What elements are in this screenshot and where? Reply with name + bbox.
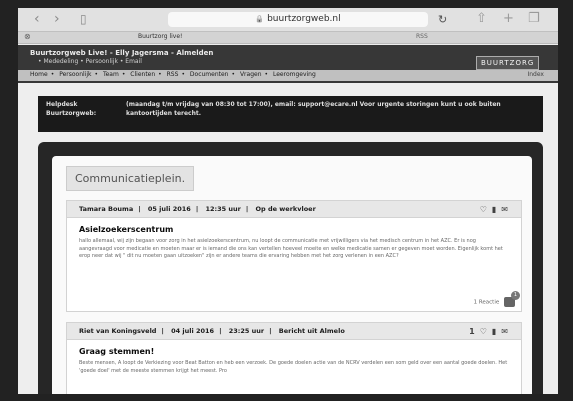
nav-item-team[interactable]: Team <box>103 71 119 78</box>
post-header: Riet van Koningsveld | 04 juli 2016 | 23:2… <box>67 323 521 340</box>
bookmark-icon[interactable]: ▮ <box>492 205 501 214</box>
post-title[interactable]: Asielzoekerscentrum <box>67 218 521 238</box>
helpdesk-banner: Helpdesk Buurtzorgweb: (maandag t/m vrij… <box>38 96 543 132</box>
like-count: 1 <box>469 327 480 336</box>
nav-item-documenten[interactable]: Documenten <box>190 71 229 78</box>
reply-button[interactable]: 1 <box>504 291 520 307</box>
page-title: Communicatieplein. <box>66 166 195 191</box>
post-header: Tamara Bouma | 05 juli 2016 | 12:35 uur | O… <box>67 201 521 218</box>
nav-item-leeromgeving[interactable]: Leeromgeving <box>273 71 316 78</box>
mail-icon[interactable]: ✉ <box>501 327 513 336</box>
main-content: Communicatieplein. Tamara Bouma | 05 juli… <box>52 156 532 394</box>
post-date: 05 juli 2016 <box>147 205 191 213</box>
forward-icon[interactable]: › <box>54 12 60 26</box>
reactions-count-badge: 1 <box>511 291 520 300</box>
nav-item-vragen[interactable]: Vragen <box>240 71 262 78</box>
mail-icon[interactable]: ✉ <box>501 205 513 214</box>
url-text: buurtzorgweb.nl <box>267 14 341 24</box>
tab-title[interactable]: Buurtzorg live! <box>138 33 182 40</box>
post-time: 23:25 uur <box>228 327 265 335</box>
nav-index-link[interactable]: Index <box>527 71 544 78</box>
post-card: Riet van Koningsveld | 04 juli 2016 | 23:2… <box>66 322 522 394</box>
nav-item-home[interactable]: Home <box>30 71 48 78</box>
address-bar[interactable]: 🔒 buurtzorgweb.nl <box>168 12 428 27</box>
nav-item-clienten[interactable]: Clienten <box>130 71 155 78</box>
main-navigation: Home • Persoonlijk • Team • Clienten • RSS • … <box>18 70 558 81</box>
share-icon[interactable]: ⇧ <box>476 11 487 26</box>
post-body: Beste mensen, A loopt de Verkiezing voor… <box>79 360 508 374</box>
post-author[interactable]: Riet van Koningsveld <box>79 327 156 335</box>
browser-toolbar: ‹ › ▯ 🔒 buurtzorgweb.nl ↻ ⇧ + ❐ <box>18 8 558 32</box>
heart-icon[interactable]: ♡ <box>480 327 492 336</box>
post-time: 12:35 uur <box>205 205 241 213</box>
nav-item-rss[interactable]: RSS <box>167 71 179 78</box>
tabs-overview-icon[interactable]: ❐ <box>528 11 540 26</box>
post-title[interactable]: Graag stemmen! <box>67 340 521 360</box>
back-icon[interactable]: ‹ <box>34 12 40 26</box>
header-links[interactable]: • Mededeling • Persoonlijk • Email <box>38 58 142 65</box>
post-footer: 1 Reactie 1 <box>474 291 520 307</box>
nav-item-persoonlijk[interactable]: Persoonlijk <box>59 71 91 78</box>
tab-strip: ⊗ Buurtzorg live! RSS <box>18 32 558 44</box>
post-category[interactable]: Op de werkvloer <box>256 205 316 213</box>
bookmarks-icon[interactable]: ▯ <box>80 12 87 26</box>
heart-icon[interactable]: ♡ <box>480 205 492 214</box>
buurtzorg-logo: BUURTZORG <box>476 56 540 70</box>
post-card: Tamara Bouma | 05 juli 2016 | 12:35 uur | O… <box>66 200 522 312</box>
helpdesk-label: Helpdesk Buurtzorgweb: <box>46 101 97 117</box>
tab-right-label[interactable]: RSS <box>416 33 428 40</box>
post-body: hallo allemaal, wij zijn begaan voor zor… <box>79 238 503 259</box>
new-tab-icon[interactable]: + <box>503 11 514 26</box>
reactions-label[interactable]: 1 Reactie <box>474 300 500 306</box>
reload-icon[interactable]: ↻ <box>438 13 447 26</box>
device-frame: ‹ › ▯ 🔒 buurtzorgweb.nl ↻ ⇧ + ❐ ⊗ Buurtzo… <box>0 0 573 401</box>
site-title: Buurtzorgweb Live! - Elly Jagersma - Alm… <box>30 49 214 57</box>
lock-icon: 🔒 <box>255 15 265 23</box>
helpdesk-text: (maandag t/m vrijdag van 08:30 tot 17:00… <box>126 101 501 117</box>
tablet-screen: ‹ › ▯ 🔒 buurtzorgweb.nl ↻ ⇧ + ❐ ⊗ Buurtzo… <box>18 8 558 394</box>
post-category[interactable]: Bericht uit Almelo <box>279 327 345 335</box>
bookmark-icon[interactable]: ▮ <box>492 327 501 336</box>
close-tab-icon[interactable]: ⊗ <box>24 32 31 41</box>
post-date: 04 juli 2016 <box>171 327 215 335</box>
post-author[interactable]: Tamara Bouma <box>79 205 133 213</box>
